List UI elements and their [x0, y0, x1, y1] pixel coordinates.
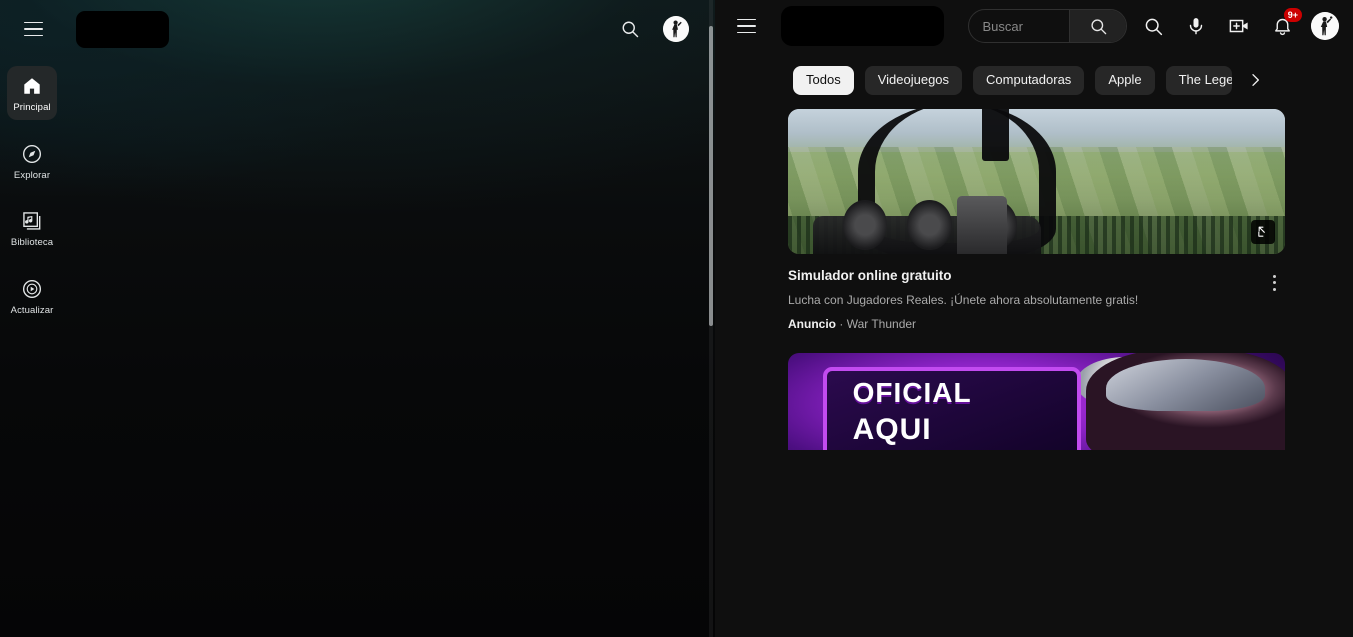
video-thumbnail[interactable]: OFICIAL AQUI [788, 352, 1285, 450]
video-thumbnail[interactable] [788, 108, 1285, 254]
search-bar[interactable] [968, 9, 1127, 43]
sidebar-label-actualizar: Actualizar [10, 304, 54, 316]
sidebar-item-explorar[interactable]: Explorar [7, 134, 57, 188]
thumbnail-text-primary: OFICIAL [852, 377, 972, 409]
notification-badge: 9+ [1283, 8, 1302, 22]
sidebar-item-actualizar[interactable]: Actualizar [7, 269, 57, 323]
music-background-gradient [0, 0, 715, 637]
video-byline: Anuncio · War Thunder [788, 317, 1263, 331]
sidebar-item-biblioteca[interactable]: Biblioteca [7, 201, 57, 255]
filter-chip-computadoras[interactable]: Computadoras [973, 66, 1085, 95]
filter-chip-todos[interactable]: Todos [793, 66, 854, 95]
hamburger-icon[interactable] [729, 9, 763, 43]
thumbnail-decor-helmet [1106, 358, 1266, 412]
compass-icon [22, 144, 42, 163]
microphone-icon[interactable] [1179, 9, 1213, 43]
thumbnail-text-secondary: AQUI [852, 413, 932, 447]
hamburger-icon[interactable] [16, 12, 50, 46]
filter-chip-row: Todos Videojuegos Computadoras Apple The… [715, 52, 1353, 109]
avatar[interactable] [1311, 12, 1339, 40]
chevron-right-icon[interactable] [1243, 68, 1267, 92]
library-music-icon [23, 212, 41, 230]
youtube-logo[interactable] [781, 6, 945, 46]
sidebar-label-biblioteca: Biblioteca [10, 237, 54, 248]
more-vertical-icon[interactable] [1263, 268, 1285, 298]
youtube-header: 9+ [715, 0, 1353, 52]
music-header [0, 0, 715, 58]
notifications-bell[interactable]: 9+ [1265, 8, 1302, 43]
create-video-icon[interactable] [1222, 9, 1256, 43]
filter-chip-apple[interactable]: Apple [1095, 66, 1155, 95]
filter-chip-videojuegos[interactable]: Videojuegos [864, 66, 963, 95]
video-description: Lucha con Jugadores Reales. ¡Únete ahora… [788, 293, 1139, 308]
search-icon[interactable] [613, 12, 647, 46]
video-item-second[interactable]: OFICIAL AQUI [715, 352, 1353, 450]
avatar[interactable] [663, 16, 689, 42]
dual-app-window: Principal Explorar Biblioteca Actualizar… [0, 0, 1353, 637]
search-icon[interactable] [1136, 9, 1170, 43]
youtube-music-logo[interactable] [76, 10, 169, 48]
video-title[interactable]: Simulador online gratuito [788, 267, 1263, 285]
search-submit-button[interactable] [1069, 10, 1126, 42]
sidebar-label-explorar: Explorar [13, 169, 51, 181]
filter-chip-the-legend[interactable]: The Legen [1165, 66, 1232, 95]
youtube-panel: 9+ Todos Videojuegos Computadoras Apple [715, 0, 1353, 637]
video-item-ad[interactable]: Simulador online gratuito Lucha con Juga… [715, 108, 1353, 331]
video-info: Simulador online gratuito Lucha con Juga… [788, 267, 1285, 331]
channel-name[interactable]: War Thunder [847, 317, 916, 331]
ad-badge: Anuncio [788, 316, 836, 331]
thumbnail-art-cockpit [788, 108, 1285, 254]
youtube-music-panel: Principal Explorar Biblioteca Actualizar [0, 0, 715, 637]
home-icon [24, 78, 40, 94]
search-input[interactable] [969, 10, 1070, 42]
music-sidebar: Principal Explorar Biblioteca Actualizar [0, 0, 64, 637]
open-in-new-icon[interactable] [1251, 219, 1275, 244]
sidebar-label-principal: Principal [13, 102, 51, 113]
byline-separator: · [839, 316, 844, 331]
music-scrollbar[interactable] [709, 0, 713, 637]
video-text-block: Simulador online gratuito Lucha con Juga… [788, 267, 1263, 331]
upgrade-play-icon [22, 279, 42, 298]
sidebar-item-principal[interactable]: Principal [7, 66, 57, 120]
